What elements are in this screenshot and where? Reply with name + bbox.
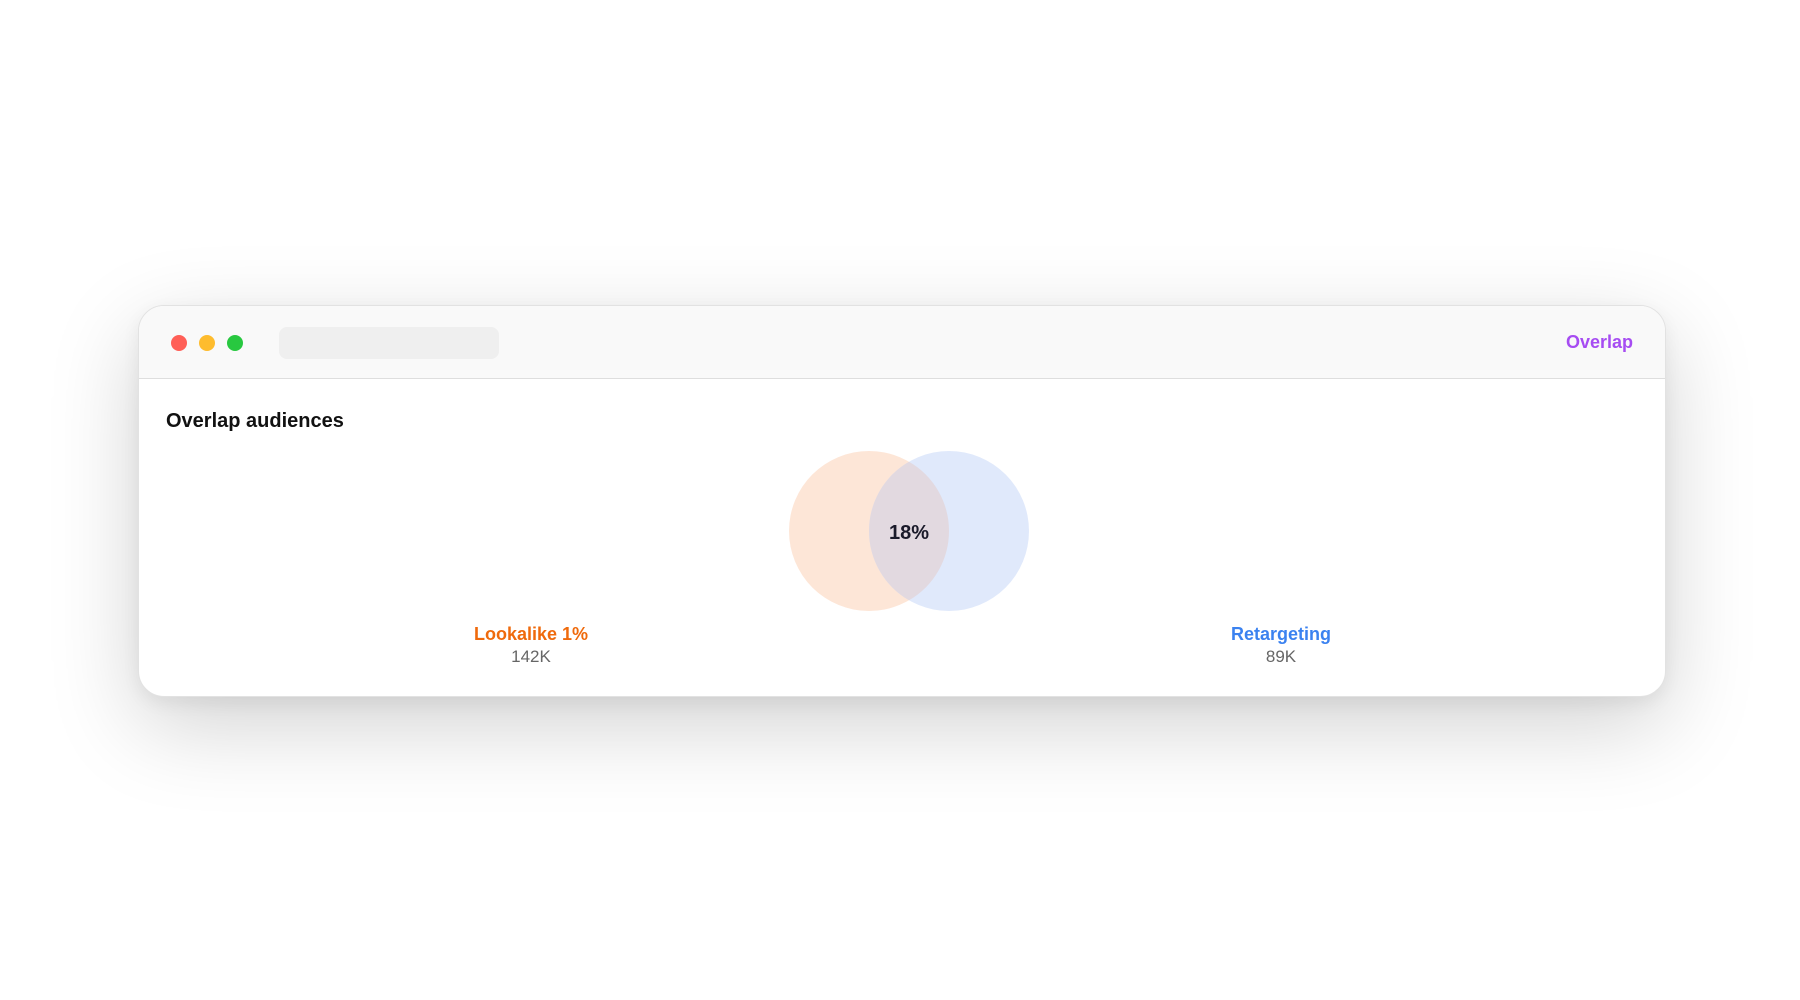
title-bar: Overlap bbox=[139, 306, 1665, 379]
zoom-window-button[interactable] bbox=[227, 335, 243, 351]
audience-count: 142K bbox=[511, 647, 551, 666]
audience-name: Lookalike 1% bbox=[473, 624, 589, 644]
audience-count: 89K bbox=[1265, 647, 1297, 666]
address-bar[interactable] bbox=[279, 327, 499, 359]
overlap-percentage: 18% bbox=[889, 522, 929, 544]
section-title: Overlap audiences bbox=[166, 410, 344, 432]
audience-label-lookalike: Lookalike 1% 142K bbox=[451, 624, 611, 667]
minimize-window-button[interactable] bbox=[199, 335, 215, 351]
overlap-link[interactable]: Overlap bbox=[1566, 332, 1633, 353]
app-window: Overlap Overlap audiences 18% Lookalike … bbox=[138, 305, 1666, 697]
audience-name: Retargeting bbox=[1230, 624, 1331, 644]
close-window-button[interactable] bbox=[171, 335, 187, 351]
venn-diagram: 18% bbox=[789, 451, 1029, 611]
audience-label-retargeting: Retargeting 89K bbox=[1201, 624, 1361, 667]
